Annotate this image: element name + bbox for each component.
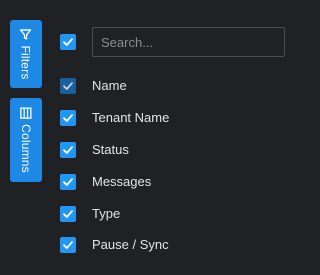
column-checkbox-messages[interactable] [60, 174, 76, 190]
column-label-pause-sync: Pause / Sync [92, 237, 169, 252]
column-label-messages: Messages [92, 174, 152, 189]
column-checkbox-tenant-name[interactable] [60, 110, 76, 126]
column-label-name: Name [92, 78, 127, 93]
column-label-type: Type [92, 206, 121, 221]
select-all-checkbox[interactable] [60, 34, 76, 50]
checkmark-icon [63, 178, 73, 186]
column-checkbox-status[interactable] [60, 142, 76, 158]
checkmark-icon [63, 82, 73, 90]
checkmark-icon [63, 146, 73, 154]
tab-filters-label: Filters [19, 45, 34, 80]
tab-columns[interactable]: Columns [10, 98, 42, 182]
checkmark-icon [63, 38, 73, 46]
column-checkbox-pause-sync[interactable] [60, 237, 76, 253]
column-label-status: Status [92, 142, 129, 157]
column-tool-panel: Filters Columns Name Tenant Name [0, 0, 298, 275]
column-checkbox-name[interactable] [60, 78, 76, 94]
columns-icon [20, 107, 32, 119]
column-label-tenant-name: Tenant Name [92, 110, 170, 125]
checkmark-icon [63, 241, 73, 249]
tab-filters[interactable]: Filters [10, 20, 42, 88]
checkmark-icon [63, 114, 73, 122]
search-input[interactable] [92, 27, 285, 57]
column-checkbox-type[interactable] [60, 206, 76, 222]
filter-icon [20, 29, 32, 40]
checkmark-icon [63, 210, 73, 218]
tab-columns-label: Columns [19, 124, 33, 173]
